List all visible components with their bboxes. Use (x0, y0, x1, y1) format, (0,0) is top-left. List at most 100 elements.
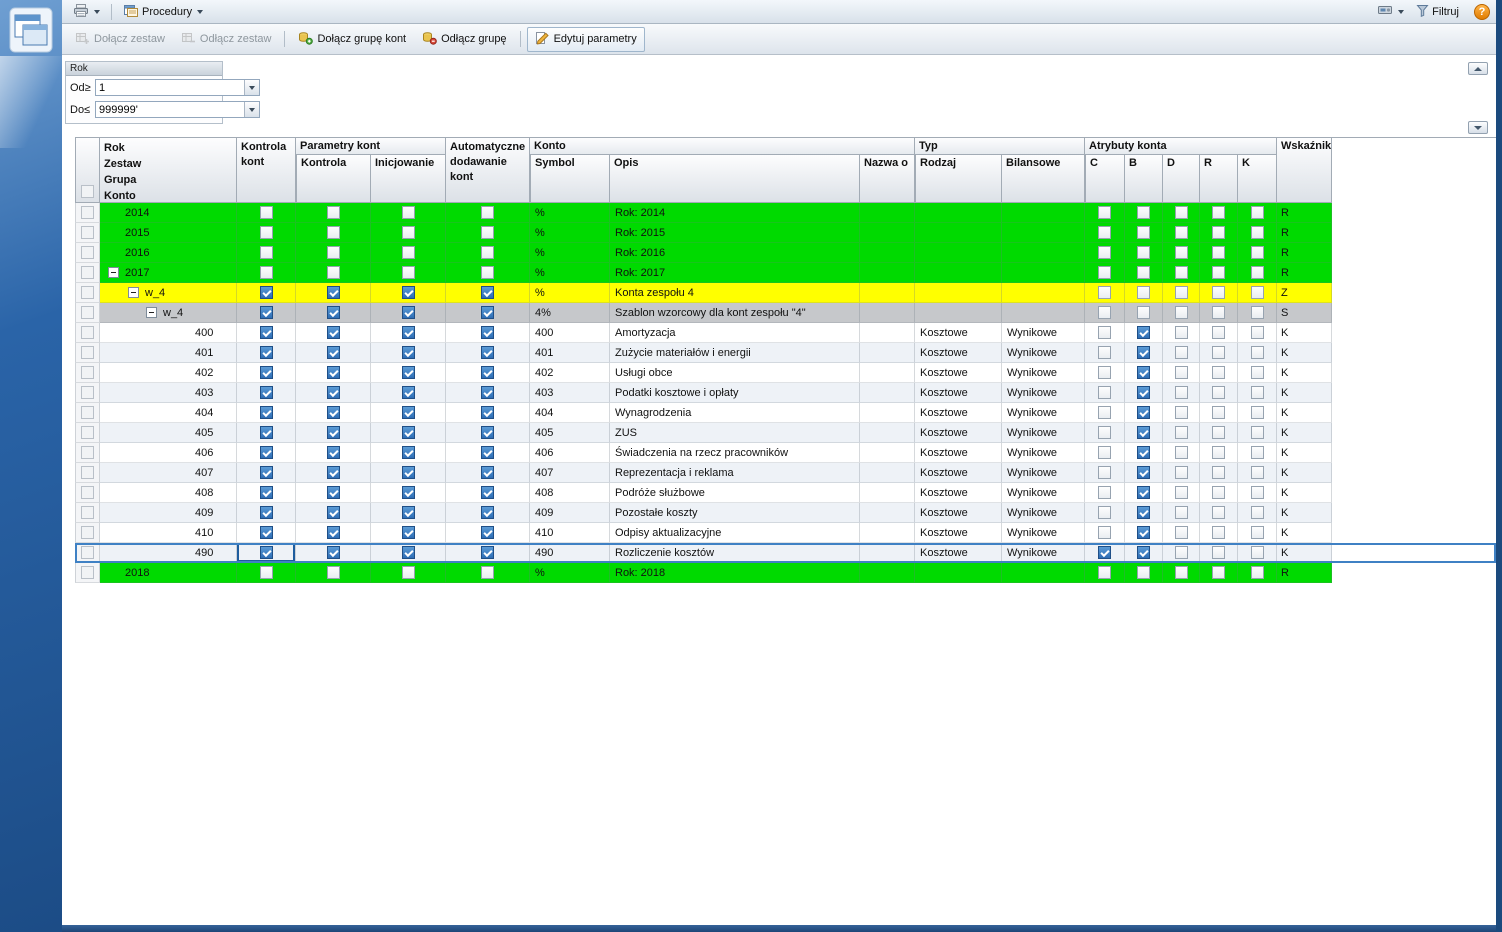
column-header-kontrola-kont[interactable]: Kontrola kont (237, 138, 296, 203)
auto-dodawanie-checkbox[interactable] (481, 266, 494, 279)
row-select-checkbox[interactable] (81, 506, 94, 519)
row-select-checkbox[interactable] (81, 206, 94, 219)
column-header-opis[interactable]: Opis (610, 155, 860, 203)
parametry-inicjowanie-checkbox[interactable] (401, 466, 415, 479)
parametry-kontrola-checkbox[interactable] (326, 426, 340, 439)
parametry-kontrola-checkbox[interactable] (326, 226, 340, 239)
auto-dodawanie-checkbox[interactable] (481, 286, 494, 299)
attr-c-checkbox[interactable] (1098, 526, 1111, 539)
attr-c-checkbox[interactable] (1098, 266, 1111, 279)
parametry-inicjowanie-checkbox[interactable] (401, 306, 415, 319)
parametry-inicjowanie-checkbox[interactable] (401, 546, 415, 559)
attr-d-checkbox[interactable] (1174, 446, 1188, 459)
parametry-kontrola-checkbox[interactable] (326, 246, 340, 259)
attr-r-checkbox[interactable] (1212, 426, 1225, 439)
procedury-button[interactable]: Procedury (118, 1, 208, 23)
auto-dodawanie-checkbox[interactable] (481, 326, 494, 339)
attr-r-checkbox[interactable] (1212, 466, 1225, 479)
parametry-kontrola-checkbox[interactable] (326, 506, 340, 519)
group-title-konto[interactable]: Konto (530, 138, 915, 155)
to-dropdown-button[interactable] (244, 102, 259, 117)
row-select-checkbox[interactable] (81, 386, 94, 399)
attr-d-checkbox[interactable] (1174, 206, 1188, 219)
attr-b-checkbox[interactable] (1137, 486, 1150, 499)
attr-b-checkbox[interactable] (1137, 506, 1150, 519)
kontrola-kont-checkbox[interactable] (259, 366, 273, 379)
kontrola-kont-checkbox[interactable] (259, 266, 273, 279)
attr-d-checkbox[interactable] (1174, 226, 1188, 239)
auto-dodawanie-checkbox[interactable] (481, 306, 494, 319)
attr-r-checkbox[interactable] (1212, 206, 1225, 219)
parametry-inicjowanie-checkbox[interactable] (401, 426, 415, 439)
auto-dodawanie-checkbox[interactable] (481, 446, 494, 459)
parametry-kontrola-checkbox[interactable] (326, 546, 340, 559)
row-select-checkbox[interactable] (81, 406, 94, 419)
attr-d-checkbox[interactable] (1174, 486, 1188, 499)
row-select-checkbox[interactable] (81, 306, 94, 319)
kontrola-kont-checkbox[interactable] (259, 506, 273, 519)
parametry-kontrola-checkbox[interactable] (326, 386, 340, 399)
attr-c-checkbox[interactable] (1098, 546, 1111, 559)
kontrola-kont-checkbox[interactable] (259, 466, 273, 479)
parametry-inicjowanie-checkbox[interactable] (401, 246, 415, 259)
auto-dodawanie-checkbox[interactable] (481, 526, 494, 539)
attr-r-checkbox[interactable] (1212, 286, 1225, 299)
row-select-checkbox[interactable] (81, 226, 94, 239)
auto-dodawanie-checkbox[interactable] (481, 426, 494, 439)
attr-r-checkbox[interactable] (1212, 566, 1225, 579)
parametry-kontrola-checkbox[interactable] (326, 446, 340, 459)
kontrola-kont-checkbox[interactable] (259, 446, 273, 459)
attr-r-checkbox[interactable] (1212, 546, 1225, 559)
attr-b-checkbox[interactable] (1137, 366, 1150, 379)
attr-k-checkbox[interactable] (1250, 566, 1264, 579)
auto-dodawanie-checkbox[interactable] (481, 246, 494, 259)
attr-c-checkbox[interactable] (1098, 406, 1111, 419)
grid-row-2016-2[interactable]: 2016% Rok: 2016 R (75, 243, 1496, 263)
from-input[interactable] (96, 81, 244, 94)
attr-r-checkbox[interactable] (1212, 406, 1225, 419)
attr-c-checkbox[interactable] (1098, 206, 1111, 219)
parametry-inicjowanie-checkbox[interactable] (401, 266, 415, 279)
row-select-checkbox[interactable] (81, 286, 94, 299)
attr-k-checkbox[interactable] (1250, 266, 1264, 279)
attr-r-checkbox[interactable] (1212, 386, 1225, 399)
attr-k-checkbox[interactable] (1250, 506, 1264, 519)
column-header-attr-r[interactable]: R (1200, 155, 1238, 203)
attr-k-checkbox[interactable] (1250, 446, 1264, 459)
attr-k-checkbox[interactable] (1250, 366, 1264, 379)
group-title-atrybuty-konta[interactable]: Atrybuty konta (1085, 138, 1277, 155)
attr-b-checkbox[interactable] (1137, 406, 1150, 419)
attr-r-checkbox[interactable] (1212, 306, 1225, 319)
auto-dodawanie-checkbox[interactable] (481, 566, 494, 579)
parametry-kontrola-checkbox[interactable] (326, 526, 340, 539)
attr-c-checkbox[interactable] (1098, 386, 1111, 399)
select-all-header[interactable] (75, 138, 100, 203)
auto-dodawanie-checkbox[interactable] (481, 366, 494, 379)
attr-d-checkbox[interactable] (1174, 506, 1188, 519)
attr-b-checkbox[interactable] (1137, 286, 1150, 299)
parametry-inicjowanie-checkbox[interactable] (401, 406, 415, 419)
attr-b-checkbox[interactable] (1137, 526, 1150, 539)
row-select-checkbox[interactable] (81, 526, 94, 539)
grid-row-402-8[interactable]: 402 402 Usługi obce Kosztowe Wynikowe K (75, 363, 1496, 383)
row-select-checkbox[interactable] (81, 266, 94, 279)
attr-b-checkbox[interactable] (1137, 346, 1150, 359)
attr-b-checkbox[interactable] (1137, 566, 1150, 579)
attr-k-checkbox[interactable] (1250, 486, 1264, 499)
attr-c-checkbox[interactable] (1098, 326, 1111, 339)
attr-k-checkbox[interactable] (1250, 246, 1264, 259)
help-button[interactable]: ? (1474, 3, 1490, 20)
row-select-checkbox[interactable] (81, 246, 94, 259)
attr-d-checkbox[interactable] (1174, 406, 1188, 419)
attr-k-checkbox[interactable] (1250, 546, 1264, 559)
column-header-attr-c[interactable]: C (1085, 155, 1125, 203)
parametry-inicjowanie-checkbox[interactable] (401, 506, 415, 519)
attr-c-checkbox[interactable] (1098, 346, 1111, 359)
auto-dodawanie-checkbox[interactable] (481, 206, 494, 219)
edit-parameters-button[interactable]: Edytuj parametry (526, 26, 645, 52)
grid-row-2018-18[interactable]: 2018% Rok: 2018 R (75, 563, 1496, 583)
auto-dodawanie-checkbox[interactable] (481, 346, 494, 359)
collapse-expander-icon[interactable] (146, 307, 157, 318)
attr-r-checkbox[interactable] (1212, 446, 1225, 459)
group-title-parametry-kont[interactable]: Parametry kont (296, 138, 446, 155)
